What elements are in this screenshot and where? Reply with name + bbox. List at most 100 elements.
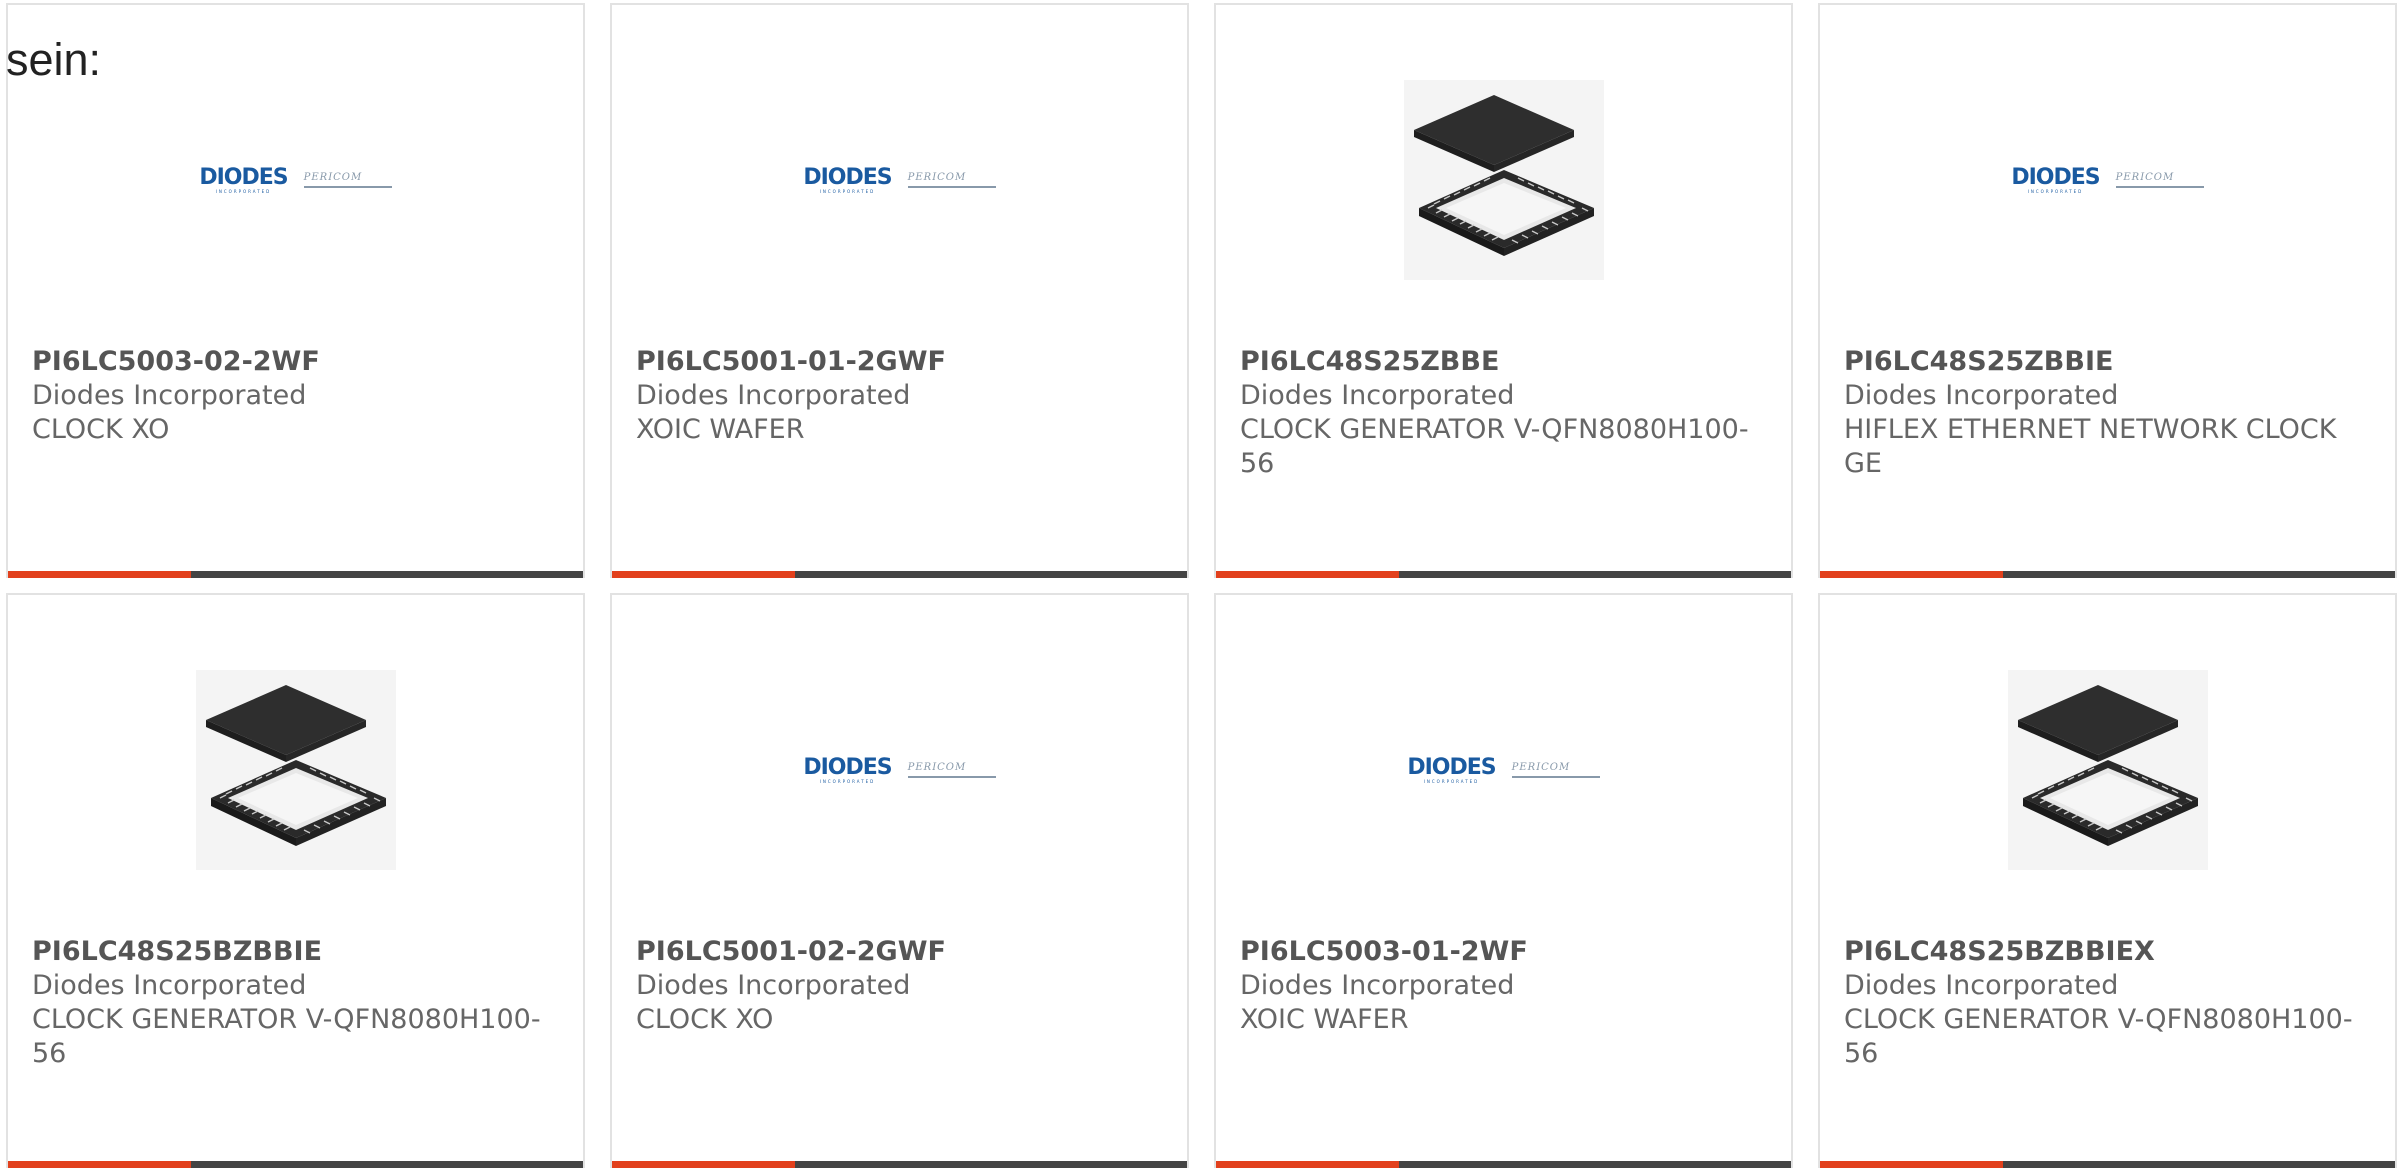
product-manufacturer: Diodes Incorporated xyxy=(1240,380,1515,411)
product-part-number[interactable]: PI6LC5003-02-2WF xyxy=(32,345,563,379)
card-accent-bar xyxy=(8,1161,191,1168)
card-accent-bar xyxy=(1820,571,2003,578)
pericom-logo: PERICOM xyxy=(907,762,996,778)
product-info: PI6LC5003-02-2WF Diodes Incorporated CLOCK… xyxy=(32,345,563,447)
logo-brand-sub: INCORPORATED xyxy=(819,778,876,784)
product-image[interactable]: DIODES INCORPORATED PERICOM xyxy=(1820,65,2395,295)
logo-tagline-line xyxy=(1511,776,1600,778)
logo-partner: PERICOM xyxy=(907,762,967,773)
product-image[interactable] xyxy=(1820,655,2395,885)
product-image[interactable] xyxy=(8,655,583,885)
diodes-logo: DIODES INCORPORATED xyxy=(803,164,892,194)
product-image[interactable]: DIODES INCORPORATED PERICOM xyxy=(8,65,583,295)
product-info: PI6LC5001-02-2GWF Diodes Incorporated CLOC… xyxy=(636,935,1167,1037)
diodes-pericom-logo: DIODES INCORPORATED PERICOM xyxy=(803,164,996,194)
product-part-number[interactable]: PI6LC5001-02-2GWF xyxy=(636,935,1167,969)
pericom-logo: PERICOM xyxy=(907,172,996,188)
card-accent-bar xyxy=(612,1161,795,1168)
card-bottom-bar xyxy=(1216,571,1791,578)
product-image[interactable]: DIODES INCORPORATED PERICOM xyxy=(612,65,1187,295)
diodes-logo: DIODES INCORPORATED xyxy=(199,164,288,194)
qfn-chip-image xyxy=(2007,670,2208,870)
product-card[interactable]: DIODES INCORPORATED PERICOM PI6LC5001-02… xyxy=(610,593,1189,1168)
logo-tagline-line xyxy=(907,776,996,778)
product-card[interactable]: DIODES INCORPORATED PERICOM PI6LC5003-01… xyxy=(1214,593,1793,1168)
product-info: PI6LC5003-01-2WF Diodes Incorporated XOIC … xyxy=(1240,935,1771,1037)
logo-partner: PERICOM xyxy=(303,172,363,183)
logo-partner: PERICOM xyxy=(2115,172,2175,183)
diodes-logo: DIODES INCORPORATED xyxy=(1407,754,1496,784)
product-part-number[interactable]: PI6LC5003-01-2WF xyxy=(1240,935,1771,969)
product-manufacturer: Diodes Incorporated xyxy=(636,970,911,1001)
product-manufacturer: Diodes Incorporated xyxy=(1240,970,1515,1001)
logo-brand-sub: INCORPORATED xyxy=(2027,188,2084,194)
pericom-logo: PERICOM xyxy=(303,172,392,188)
product-card[interactable]: DIODES INCORPORATED PERICOM PI6LC48S25ZB… xyxy=(1818,3,2397,578)
product-part-number[interactable]: PI6LC5001-01-2GWF xyxy=(636,345,1167,379)
logo-brand: DIODES xyxy=(1407,754,1496,780)
product-part-number[interactable]: PI6LC48S25BZBBIE xyxy=(32,935,563,969)
logo-brand-sub: INCORPORATED xyxy=(819,188,876,194)
logo-brand: DIODES xyxy=(2011,164,2100,190)
product-manufacturer: Diodes Incorporated xyxy=(32,970,307,1001)
product-manufacturer: Diodes Incorporated xyxy=(1844,380,2119,411)
product-info: PI6LC5001-01-2GWF Diodes Incorporated XOIC… xyxy=(636,345,1167,447)
card-bottom-bar xyxy=(1216,1161,1791,1168)
logo-partner: PERICOM xyxy=(1511,762,1571,773)
product-description: CLOCK XO xyxy=(32,414,170,445)
product-description: CLOCK GENERATOR V-QFN8080H100-56 xyxy=(1844,1004,2353,1069)
product-card[interactable]: PI6LC48S25ZBBE Diodes Incorporated CLOCK G… xyxy=(1214,3,1793,578)
product-card[interactable]: PI6LC48S25BZBBIE Diodes Incorporated CLOCK… xyxy=(6,593,585,1168)
logo-tagline-line xyxy=(907,186,996,188)
product-info: PI6LC48S25ZBBIE Diodes Incorporated HIFLEX… xyxy=(1844,345,2375,481)
product-info: PI6LC48S25BZBBIE Diodes Incorporated CLOCK… xyxy=(32,935,563,1071)
product-description: CLOCK XO xyxy=(636,1004,774,1035)
product-card[interactable]: DIODES INCORPORATED PERICOM PI6LC5001-01… xyxy=(610,3,1189,578)
product-info: PI6LC48S25ZBBE Diodes Incorporated CLOCK G… xyxy=(1240,345,1771,481)
product-description: CLOCK GENERATOR V-QFN8080H100-56 xyxy=(1240,414,1749,479)
card-accent-bar xyxy=(1216,1161,1399,1168)
qfn-chip-image xyxy=(195,670,396,870)
logo-tagline-line xyxy=(2115,186,2204,188)
product-image[interactable] xyxy=(1216,65,1791,295)
qfn-chip-image xyxy=(1403,80,1604,280)
card-accent-bar xyxy=(612,571,795,578)
logo-brand: DIODES xyxy=(199,164,288,190)
product-description: HIFLEX ETHERNET NETWORK CLOCK GE xyxy=(1844,414,2337,479)
product-card[interactable]: PI6LC48S25BZBBIEX Diodes Incorporated CLOC… xyxy=(1818,593,2397,1168)
logo-brand-sub: INCORPORATED xyxy=(1423,778,1480,784)
diodes-logo: DIODES INCORPORATED xyxy=(803,756,892,784)
product-part-number[interactable]: PI6LC48S25ZBBE xyxy=(1240,345,1771,379)
pericom-logo: PERICOM xyxy=(2115,172,2204,188)
card-accent-bar xyxy=(1216,571,1399,578)
product-info: PI6LC48S25BZBBIEX Diodes Incorporated CLOC… xyxy=(1844,935,2375,1071)
diodes-pericom-logo: DIODES INCORPORATED PERICOM xyxy=(1407,754,1600,784)
product-part-number[interactable]: PI6LC48S25ZBBIE xyxy=(1844,345,2375,379)
card-bottom-bar xyxy=(612,571,1187,578)
card-bottom-bar xyxy=(1820,1161,2395,1168)
product-part-number[interactable]: PI6LC48S25BZBBIEX xyxy=(1844,935,2375,969)
card-bottom-bar xyxy=(1820,571,2395,578)
product-description: XOIC WAFER xyxy=(1240,1004,1409,1035)
product-manufacturer: Diodes Incorporated xyxy=(636,380,911,411)
product-description: XOIC WAFER xyxy=(636,414,805,445)
product-image[interactable]: DIODES INCORPORATED PERICOM xyxy=(612,655,1187,885)
card-bottom-bar xyxy=(8,1161,583,1168)
product-image[interactable]: DIODES INCORPORATED PERICOM xyxy=(1216,655,1791,885)
intro-text: sein: xyxy=(6,34,102,85)
diodes-pericom-logo: DIODES INCORPORATED PERICOM xyxy=(2011,164,2204,194)
product-grid: DIODES INCORPORATED PERICOM PI6LC5003-02… xyxy=(6,3,2397,1168)
logo-partner: PERICOM xyxy=(907,172,967,183)
diodes-pericom-logo: DIODES INCORPORATED PERICOM xyxy=(199,164,392,194)
product-manufacturer: Diodes Incorporated xyxy=(32,380,307,411)
product-manufacturer: Diodes Incorporated xyxy=(1844,970,2119,1001)
card-bottom-bar xyxy=(8,571,583,578)
diodes-pericom-logo: DIODES INCORPORATED PERICOM xyxy=(803,756,996,784)
card-bottom-bar xyxy=(612,1161,1187,1168)
logo-brand: DIODES xyxy=(803,164,892,190)
logo-tagline-line xyxy=(303,186,392,188)
card-accent-bar xyxy=(8,571,191,578)
logo-brand-sub: INCORPORATED xyxy=(215,188,272,194)
pericom-logo: PERICOM xyxy=(1511,762,1600,778)
diodes-logo: DIODES INCORPORATED xyxy=(2011,164,2100,194)
